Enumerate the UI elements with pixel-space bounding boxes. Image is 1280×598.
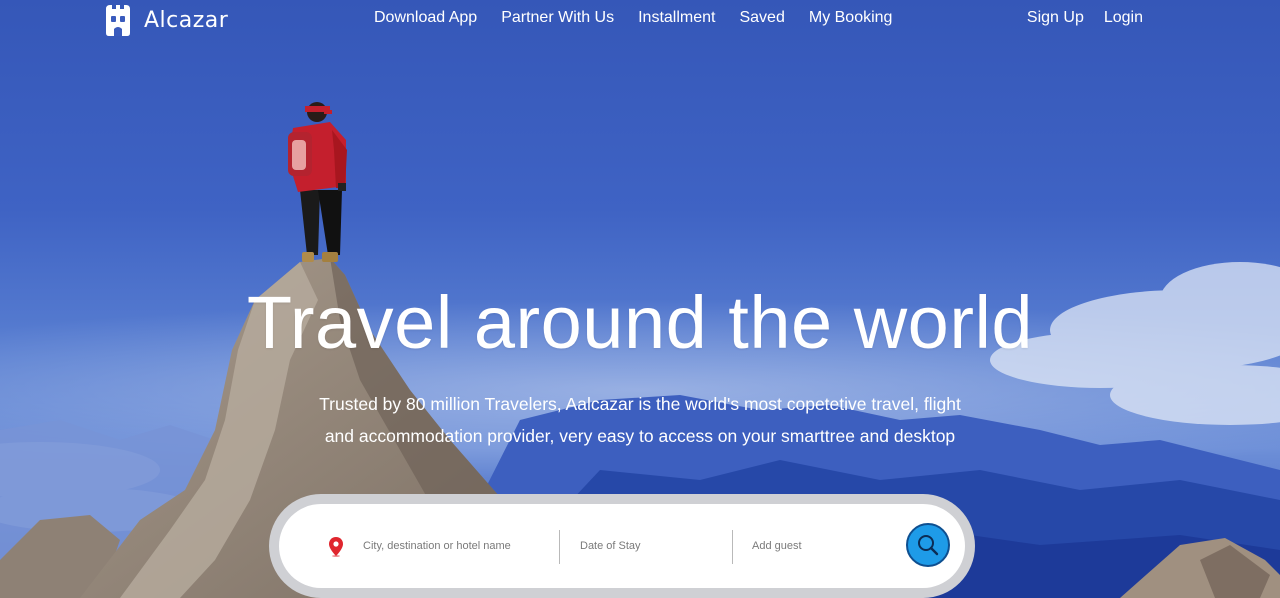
search-bar <box>269 494 975 598</box>
date-field <box>578 504 732 588</box>
location-field <box>361 504 515 588</box>
hero-title: Travel around the world <box>246 281 1034 364</box>
nav-my-booking[interactable]: My Booking <box>809 9 893 27</box>
auth-links: Sign Up Login <box>1027 9 1143 27</box>
hiker-figure <box>288 102 347 262</box>
nav-download-app[interactable]: Download App <box>374 9 477 27</box>
login-link[interactable]: Login <box>1104 9 1143 27</box>
hero-subtitle-line-2: and accommodation provider, very easy to… <box>324 426 956 446</box>
top-navigation: Alcazar Download App Partner With Us Ins… <box>0 0 1280 40</box>
search-divider <box>732 530 733 564</box>
map-pin-icon <box>329 537 343 557</box>
search-divider <box>559 530 560 564</box>
alcazar-logo-icon <box>106 5 130 36</box>
nav-saved[interactable]: Saved <box>739 9 784 27</box>
brand-name: Alcazar <box>144 7 229 33</box>
hero-section: Alcazar Download App Partner With Us Ins… <box>0 0 1280 598</box>
hero-subtitle-line-1: Trusted by 80 million Travelers, Aalcaza… <box>319 394 961 414</box>
location-input[interactable] <box>361 539 515 553</box>
search-bar-inner <box>279 504 965 588</box>
hero-subtitle: Trusted by 80 million Travelers, Aalcaza… <box>290 388 990 452</box>
nav-installment[interactable]: Installment <box>638 9 715 27</box>
search-icon <box>918 535 939 556</box>
guest-field <box>750 504 904 588</box>
brand-logo-link[interactable]: Alcazar <box>102 2 228 38</box>
add-guest-input[interactable] <box>750 539 904 553</box>
nav-partner-with-us[interactable]: Partner With Us <box>501 9 614 27</box>
search-button[interactable] <box>906 523 950 567</box>
sign-up-link[interactable]: Sign Up <box>1027 9 1084 27</box>
primary-nav: Download App Partner With Us Installment… <box>374 9 892 27</box>
date-of-stay-input[interactable] <box>578 539 732 553</box>
